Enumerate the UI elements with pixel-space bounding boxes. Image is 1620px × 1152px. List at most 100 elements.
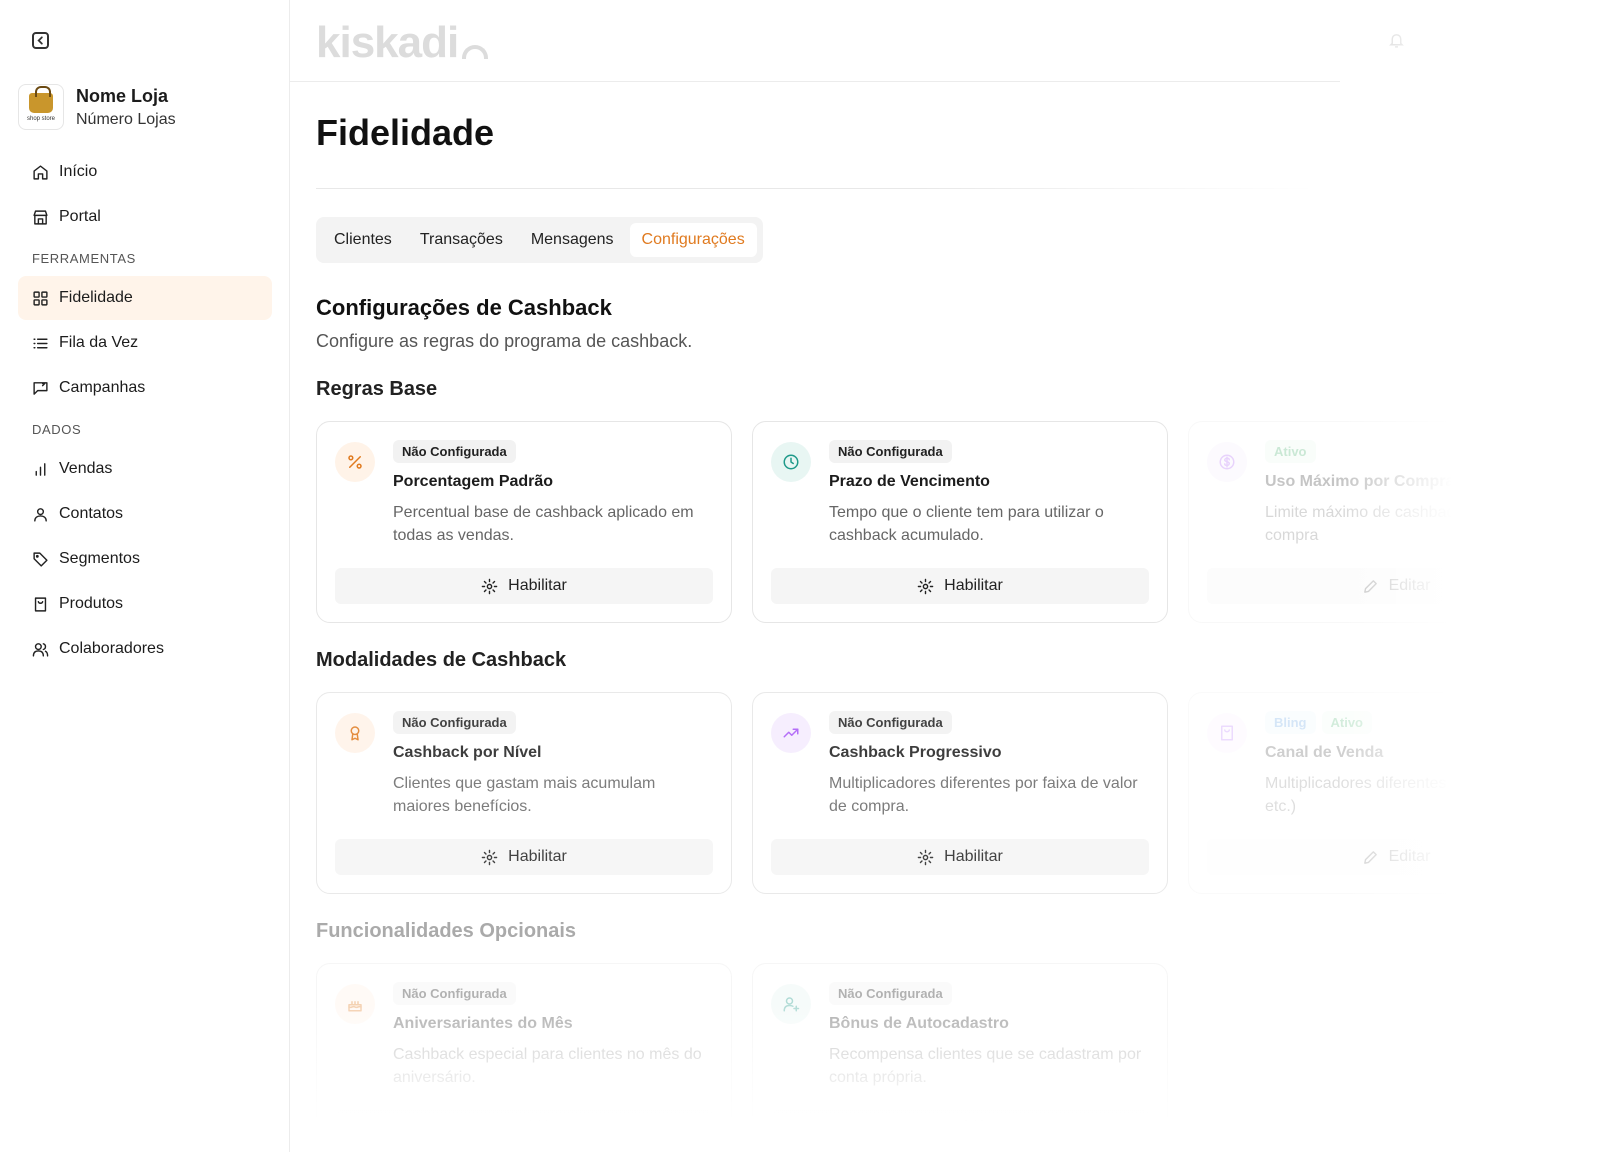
enable-button[interactable]: Habilitar bbox=[335, 1110, 713, 1146]
gear-icon bbox=[481, 578, 498, 594]
enable-button-label: Habilitar bbox=[944, 848, 1003, 865]
brand-logo[interactable]: kiskadi bbox=[316, 18, 489, 68]
message-square-icon bbox=[33, 381, 48, 395]
list-icon bbox=[33, 338, 48, 348]
top-header: kiskadi bbox=[290, 0, 1404, 82]
card-description: Multiplicadores diferentes (loja física,… bbox=[1265, 775, 1562, 815]
bell-icon bbox=[1389, 34, 1404, 48]
card-description: Recompensa clientes que se cadastram por… bbox=[829, 1046, 1142, 1086]
store-logo-text: shop store bbox=[26, 115, 56, 122]
enable-button-label: Habilitar bbox=[944, 1119, 1003, 1136]
sidebar-item-contatos[interactable]: Contatos bbox=[18, 492, 272, 536]
card-title: Canal de Venda bbox=[1265, 744, 1384, 761]
card-porcentagem-padrao: Não Configurada Porcentagem Padrão Perce… bbox=[316, 421, 732, 623]
status-badge: Não Configurada bbox=[393, 982, 516, 1005]
card-aniversariantes: Não Configurada Aniversariantes do Mês C… bbox=[316, 963, 732, 1152]
status-badge: Não Configurada bbox=[829, 711, 952, 734]
card-title: Cashback por Nível bbox=[393, 744, 542, 761]
group-title-regras-base: Regras Base bbox=[316, 378, 438, 400]
cards-regras-base: Não Configurada Porcentagem Padrão Perce… bbox=[316, 421, 1604, 623]
chevron-left-icon bbox=[37, 36, 43, 45]
status-badge: Ativo bbox=[1321, 711, 1372, 734]
enable-button[interactable]: Habilitar bbox=[335, 839, 713, 875]
enable-button-label: Habilitar bbox=[508, 1119, 567, 1136]
card-uso-maximo: Ativo Uso Máximo por Compra Limite máxim… bbox=[1188, 421, 1604, 623]
edit-button-label: Editar bbox=[1388, 848, 1431, 865]
tab-mensagens[interactable]: Mensagens bbox=[519, 223, 626, 257]
brand-mark-icon bbox=[462, 45, 489, 59]
sidebar-item-segmentos[interactable]: Segmentos bbox=[18, 537, 272, 581]
enable-button[interactable]: Habilitar bbox=[335, 568, 713, 604]
tab-clientes[interactable]: Clientes bbox=[322, 223, 404, 257]
section-label-tools: FERRAMENTAS bbox=[32, 250, 136, 266]
sidebar-item-colaboradores[interactable]: Colaboradores bbox=[18, 627, 272, 671]
cards-modalidades: Não Configurada Cashback por Nível Clien… bbox=[316, 692, 1604, 894]
shopping-bag-icon bbox=[1207, 713, 1247, 753]
edit-button[interactable]: Editar bbox=[1207, 839, 1585, 875]
section-label-data: DADOS bbox=[32, 421, 82, 437]
gear-icon bbox=[481, 849, 498, 865]
clock-icon bbox=[771, 442, 811, 482]
enable-button[interactable]: Habilitar bbox=[771, 839, 1149, 875]
enable-button-label: Habilitar bbox=[508, 848, 567, 865]
sidebar-nav: Início Portal FERRAMENTAS Fidelidade Fil… bbox=[18, 150, 272, 672]
card-title: Porcentagem Padrão bbox=[393, 473, 554, 490]
cake-icon bbox=[335, 984, 375, 1024]
gear-icon bbox=[481, 1120, 498, 1136]
sidebar-item-produtos[interactable]: Produtos bbox=[18, 582, 272, 626]
notifications-button[interactable] bbox=[1388, 32, 1405, 54]
shopping-bag-logo-icon bbox=[29, 85, 53, 113]
card-description: Percentual base de cashback aplicado em … bbox=[393, 504, 694, 544]
card-title: Aniversariantes do Mês bbox=[393, 1015, 573, 1032]
tab-configuracoes[interactable]: Configurações bbox=[629, 223, 757, 257]
tag-icon bbox=[33, 551, 48, 567]
sidebar-item-label: Fidelidade bbox=[59, 289, 133, 306]
home-icon bbox=[33, 164, 48, 180]
sidebar-item-label: Colaboradores bbox=[59, 640, 164, 657]
dollar-icon bbox=[1207, 442, 1247, 482]
bar-chart-icon bbox=[35, 462, 46, 476]
status-badge: Ativo bbox=[1265, 440, 1316, 463]
group-title-modalidades: Modalidades de Cashback bbox=[316, 649, 567, 671]
sidebar-item-vendas[interactable]: Vendas bbox=[18, 447, 272, 491]
enable-button[interactable]: Habilitar bbox=[771, 1110, 1149, 1146]
enable-button-label: Habilitar bbox=[508, 577, 567, 594]
section-description: Configure as regras do programa de cashb… bbox=[316, 331, 693, 351]
store-icon bbox=[33, 209, 48, 225]
sidebar-item-portal[interactable]: Portal bbox=[18, 195, 272, 239]
store-switcher[interactable]: shop store Nome Loja Número Lojas bbox=[18, 84, 176, 130]
sidebar-collapse-button[interactable] bbox=[32, 32, 49, 49]
title-divider bbox=[316, 188, 1316, 189]
sidebar-item-label: Produtos bbox=[59, 595, 124, 612]
pencil-icon bbox=[1363, 579, 1377, 593]
store-logo: shop store bbox=[18, 84, 64, 130]
sidebar: shop store Nome Loja Número Lojas Início… bbox=[0, 0, 290, 1152]
tab-transacoes[interactable]: Transações bbox=[408, 223, 515, 257]
card-description: Limite máximo de cashback usado em uma c… bbox=[1265, 504, 1573, 544]
pencil-icon bbox=[1363, 850, 1377, 864]
brand-name: kiskadi bbox=[316, 18, 459, 67]
sidebar-item-campanhas[interactable]: Campanhas bbox=[18, 366, 272, 410]
sidebar-item-label: Fila da Vez bbox=[59, 334, 139, 351]
sidebar-item-label: Portal bbox=[59, 208, 101, 225]
card-bonus-autocadastro: Não Configurada Bônus de Autocadastro Re… bbox=[752, 963, 1168, 1152]
card-title: Bônus de Autocadastro bbox=[829, 1015, 1009, 1032]
sidebar-item-fila-da-vez[interactable]: Fila da Vez bbox=[18, 321, 272, 365]
sidebar-item-label: Vendas bbox=[59, 460, 113, 477]
sidebar-item-label: Campanhas bbox=[59, 379, 146, 396]
user-plus-icon bbox=[771, 984, 811, 1024]
gear-icon bbox=[917, 1120, 934, 1136]
percent-icon bbox=[335, 442, 375, 482]
enable-button[interactable]: Habilitar bbox=[771, 568, 1149, 604]
card-description: Tempo que o cliente tem para utilizar o … bbox=[829, 504, 1104, 544]
status-badge: Não Configurada bbox=[393, 440, 516, 463]
edit-button[interactable]: Editar bbox=[1207, 568, 1585, 604]
user-icon bbox=[34, 507, 47, 522]
card-description: Clientes que gastam mais acumulam maiore… bbox=[393, 775, 656, 815]
sidebar-item-inicio[interactable]: Início bbox=[18, 150, 272, 194]
section-title: Configurações de Cashback bbox=[316, 295, 612, 320]
edit-button-label: Editar bbox=[1388, 577, 1431, 594]
sidebar-item-fidelidade[interactable]: Fidelidade bbox=[18, 276, 272, 320]
sidebar-item-label: Contatos bbox=[59, 505, 124, 522]
page-title: Fidelidade bbox=[316, 112, 495, 153]
